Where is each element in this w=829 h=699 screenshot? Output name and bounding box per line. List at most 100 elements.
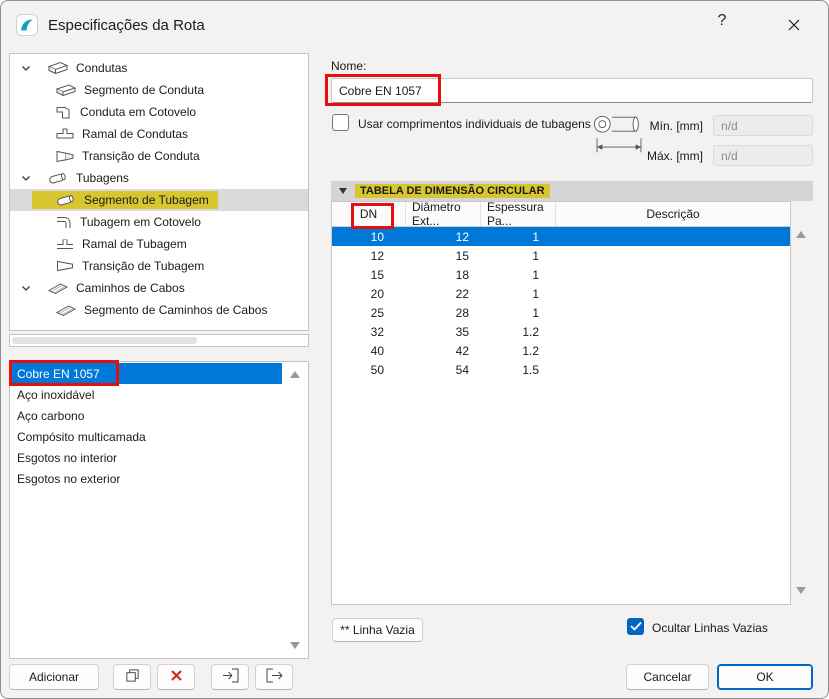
name-input[interactable]	[331, 78, 813, 103]
list-item-esgotos-no-interior[interactable]: Esgotos no interior	[10, 447, 282, 468]
list-item-aco-inoxidavel[interactable]: Aço inoxidável	[10, 384, 282, 405]
column-header-descricao[interactable]: Descrição	[556, 202, 790, 226]
individual-lengths-checkbox[interactable]	[332, 114, 349, 131]
tree-horizontal-scrollbar[interactable]	[9, 334, 309, 347]
cable-tray-segment-icon	[56, 303, 76, 317]
table-row[interactable]: 15 18 1	[332, 265, 790, 284]
cell-descricao	[556, 265, 790, 284]
max-label: Máx. [mm]	[647, 149, 703, 163]
column-header-espessura[interactable]: Espessura Pa...	[481, 200, 556, 228]
tree-item-tubagem-em-cotovelo[interactable]: Tubagem em Cotovelo	[10, 211, 308, 233]
table-row[interactable]: 40 42 1.2	[332, 341, 790, 360]
copy-icon	[125, 668, 140, 686]
table-row[interactable]: 50 54 1.5	[332, 360, 790, 379]
table-row[interactable]: 25 28 1	[332, 303, 790, 322]
cell-dn: 12	[370, 248, 384, 263]
export-button[interactable]	[255, 664, 293, 690]
cell-espessura: 1	[532, 229, 539, 244]
yellow-highlight-marker: Segmento de Tubagem	[32, 191, 218, 209]
tree-item-transicao-de-conduta[interactable]: Transição de Conduta	[10, 145, 308, 167]
empty-line-button[interactable]: ** Linha Vazia	[332, 618, 423, 642]
tree-item-segmento-de-conduta[interactable]: Segmento de Conduta	[10, 79, 308, 101]
list-item-cobre-en-1057[interactable]: Cobre EN 1057	[10, 363, 282, 384]
cell-diametro: 18	[455, 267, 469, 282]
scroll-down-icon[interactable]	[290, 642, 300, 649]
close-button[interactable]	[781, 15, 807, 37]
tree-item-tubagens[interactable]: Tubagens	[10, 167, 308, 189]
chevron-down-icon[interactable]	[21, 285, 35, 292]
hide-empty-lines-label: Ocultar Linhas Vazias	[652, 621, 768, 635]
scrollbar-thumb[interactable]	[12, 337, 197, 344]
cell-descricao	[556, 284, 790, 303]
list-item-composito-multicamada[interactable]: Compósito multicamada	[10, 426, 282, 447]
cell-dn: 40	[370, 343, 384, 358]
collapse-triangle-icon[interactable]	[339, 188, 347, 194]
min-label: Mín. [mm]	[649, 119, 703, 133]
cell-descricao	[556, 227, 790, 246]
cancel-button[interactable]: Cancelar	[626, 664, 709, 690]
min-field: n/d	[713, 115, 813, 136]
duplicate-button[interactable]	[113, 664, 151, 690]
red-x-icon	[170, 669, 183, 685]
table-row[interactable]: 20 22 1	[332, 284, 790, 303]
column-header-dn[interactable]: DN	[332, 202, 406, 226]
pipe-icon	[48, 171, 68, 185]
import-icon	[222, 668, 239, 686]
help-button[interactable]: ?	[711, 12, 733, 36]
cell-diametro: 42	[455, 343, 469, 358]
cell-dn: 10	[370, 229, 384, 244]
tree-item-label: Transição de Conduta	[82, 149, 200, 163]
cell-espessura: 1.2	[522, 324, 539, 339]
duct-segment-icon	[56, 83, 76, 97]
duct-icon	[48, 61, 68, 75]
column-header-diametro[interactable]: Diâmetro Ext...	[406, 200, 481, 228]
hide-empty-lines-checkbox[interactable]	[627, 618, 644, 635]
tree-item-segmento-de-caminhos-de-cabos[interactable]: Segmento de Caminhos de Cabos	[10, 299, 308, 321]
tree-item-transicao-de-tubagem[interactable]: Transição de Tubagem	[10, 255, 308, 277]
table-row[interactable]: 12 15 1	[332, 246, 790, 265]
chevron-down-icon[interactable]	[21, 175, 35, 182]
dimension-table: DN Diâmetro Ext... Espessura Pa... Descr…	[331, 200, 791, 605]
list-item-aco-carbono[interactable]: Aço carbono	[10, 405, 282, 426]
specification-list: Cobre EN 1057 Aço inoxidável Aço carbono…	[9, 361, 309, 659]
tree-item-segmento-de-tubagem[interactable]: Segmento de Tubagem	[10, 189, 308, 211]
ok-button[interactable]: OK	[717, 664, 813, 690]
cell-dn: 15	[370, 267, 384, 282]
tree-item-label: Tubagens	[76, 171, 129, 185]
list-item-label: Cobre EN 1057	[17, 366, 100, 381]
cell-diametro: 35	[455, 324, 469, 339]
cell-diametro: 15	[455, 248, 469, 263]
add-button[interactable]: Adicionar	[9, 664, 99, 690]
circular-dimension-section-header[interactable]: TABELA DE DIMENSÃO CIRCULAR	[331, 181, 813, 201]
cell-espessura: 1	[532, 267, 539, 282]
tree-item-caminhos-de-cabos[interactable]: Caminhos de Cabos	[10, 277, 308, 299]
pipe-transition-icon	[56, 260, 74, 272]
tree-item-ramal-de-tubagem[interactable]: Ramal de Tubagem	[10, 233, 308, 255]
list-item-esgotos-no-exterior[interactable]: Esgotos no exterior	[10, 468, 282, 489]
cell-descricao	[556, 246, 790, 265]
tree-item-label: Tubagem em Cotovelo	[80, 215, 201, 229]
cell-descricao	[556, 360, 790, 379]
individual-lengths-label: Usar comprimentos individuais de tubagen…	[358, 117, 591, 131]
scroll-up-icon[interactable]	[796, 231, 806, 238]
table-row[interactable]: 32 35 1.2	[332, 322, 790, 341]
check-icon	[629, 620, 642, 634]
list-item-label: Aço carbono	[17, 408, 85, 423]
tree-item-ramal-de-condutas[interactable]: Ramal de Condutas	[10, 123, 308, 145]
tree-item-condutas[interactable]: Condutas	[10, 57, 308, 79]
archicad-logo-icon	[16, 14, 38, 36]
scroll-up-icon[interactable]	[290, 371, 300, 378]
tree-item-label: Caminhos de Cabos	[76, 281, 185, 295]
delete-button[interactable]	[157, 664, 195, 690]
cell-descricao	[556, 322, 790, 341]
tree-item-conduta-em-cotovelo[interactable]: Conduta em Cotovelo	[10, 101, 308, 123]
cell-descricao	[556, 341, 790, 360]
table-row[interactable]: 10 12 1	[332, 227, 790, 246]
import-button[interactable]	[211, 664, 249, 690]
cell-espessura: 1.5	[522, 362, 539, 377]
chevron-down-icon[interactable]	[21, 65, 35, 72]
tree-item-label: Conduta em Cotovelo	[80, 105, 197, 119]
scroll-down-icon[interactable]	[796, 587, 806, 594]
duct-elbow-icon	[56, 105, 72, 119]
cell-espessura: 1.2	[522, 343, 539, 358]
